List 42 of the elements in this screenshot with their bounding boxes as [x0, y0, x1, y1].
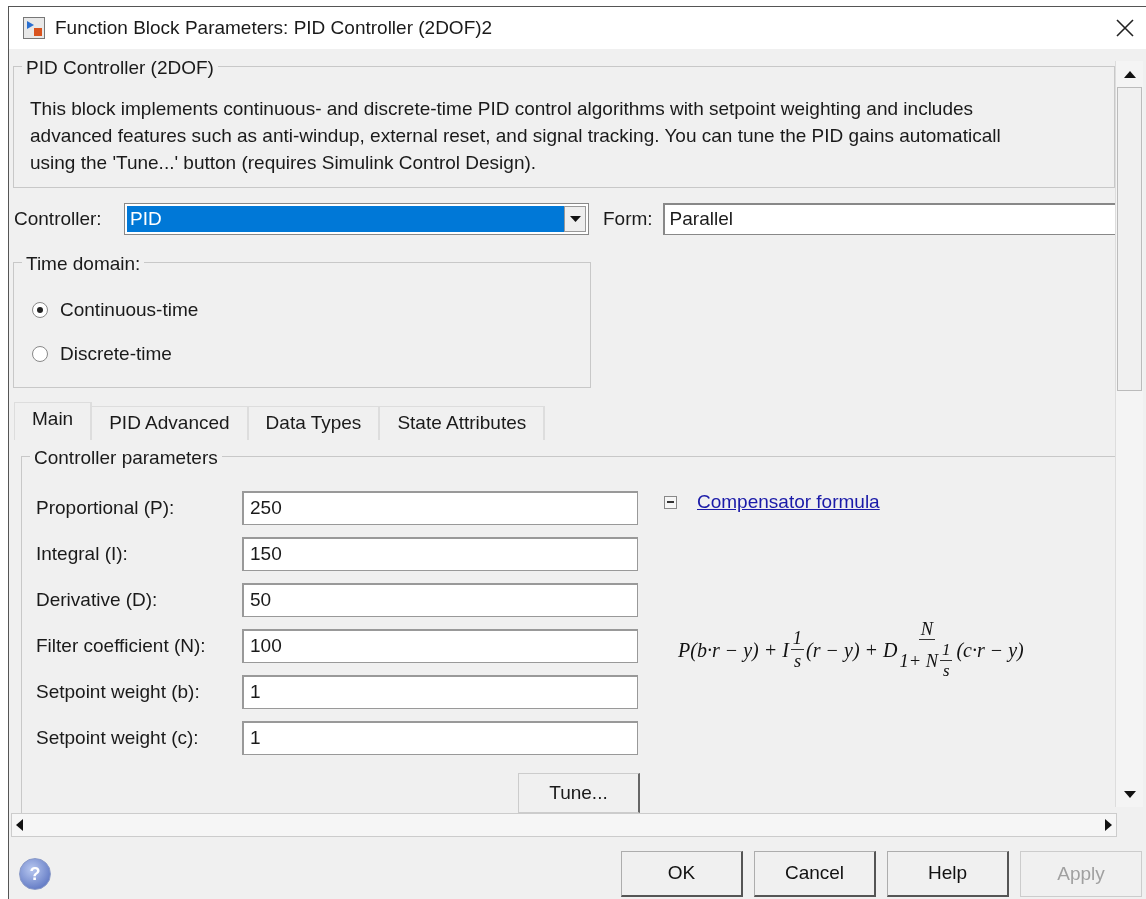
input-field[interactable]: 1 [242, 721, 638, 755]
input-field[interactable]: 100 [242, 629, 638, 663]
tune-button[interactable]: Tune... [518, 773, 640, 813]
field-label: Controller: [14, 206, 103, 231]
tab[interactable]: Data Types [248, 406, 381, 440]
tab[interactable]: PID Advanced [92, 406, 249, 440]
vertical-scrollbar[interactable] [1115, 61, 1143, 807]
formula-link[interactable]: Compensator formula [697, 487, 880, 517]
input-field[interactable]: 50 [242, 583, 638, 617]
horizontal-scrollbar[interactable] [11, 813, 1117, 837]
dialog-button[interactable]: Help [887, 851, 1009, 897]
dialog-button[interactable]: Cancel [754, 851, 876, 897]
field-label: Integral (I): [36, 541, 129, 566]
scroll-up-icon[interactable] [1123, 70, 1136, 78]
collapse-icon[interactable] [664, 495, 677, 509]
scroll-right-icon[interactable] [1105, 819, 1112, 831]
block-icon [23, 17, 45, 39]
controller-dropdown[interactable]: PID [124, 203, 589, 235]
field-label: Derivative (D): [36, 587, 159, 612]
radio-label: Discrete-time [60, 341, 172, 366]
window-title: Function Block Parameters: PID Controller (2DOF)2 [55, 15, 493, 40]
form-field[interactable]: Parallel [662, 203, 1115, 235]
radio-button[interactable] [32, 346, 48, 362]
field-label: Filter coefficient (N): [36, 633, 207, 658]
input-field[interactable]: 1 [242, 675, 638, 709]
tab[interactable]: Main [14, 402, 93, 440]
dropdown-arrow-icon [569, 216, 581, 222]
radio-button[interactable] [32, 302, 48, 318]
scrollbar-thumb[interactable] [1117, 87, 1142, 391]
scroll-left-icon[interactable] [16, 819, 23, 831]
field-label: Setpoint weight (b): [36, 679, 201, 704]
radio-label: Continuous-time [60, 297, 199, 322]
scroll-down-icon[interactable] [1123, 790, 1136, 798]
input-field[interactable]: 250 [242, 491, 638, 525]
field-label: Proportional (P): [36, 495, 176, 520]
close-icon[interactable] [1116, 19, 1134, 37]
description-text: This block implements continuous- and discrete-time PID control algorithms with setpoint weighting and includes advanced features such as anti-windup, external reset, and signal tracking. You can tune the PID gains automaticall using the 'Tune...' button (requires Simulink Control Design). [30, 97, 1002, 175]
field-label: Setpoint weight (c): [36, 725, 200, 750]
tab[interactable]: State Attributes [380, 406, 546, 440]
input-field[interactable]: 150 [242, 537, 638, 571]
field-label: Form: [603, 206, 653, 231]
dialog-button[interactable]: OK [621, 851, 743, 897]
